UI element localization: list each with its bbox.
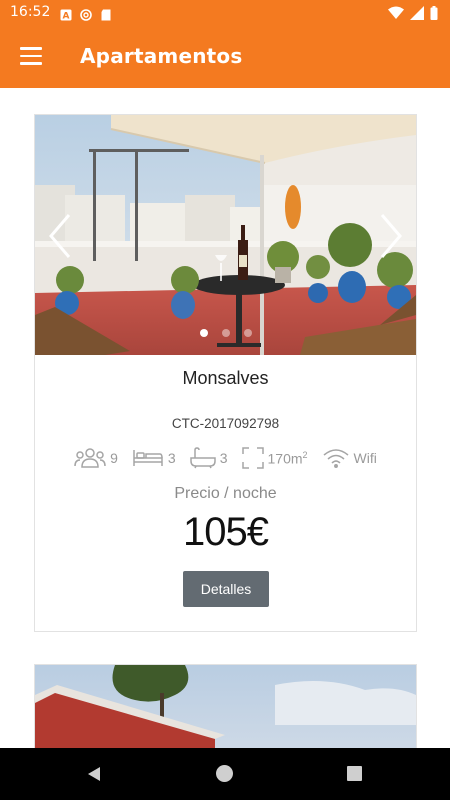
carousel-dot[interactable] [243,329,252,337]
previous-photo-button[interactable] [45,211,75,261]
sd-card-icon [100,6,112,21]
feature-guests: 9 [74,447,118,469]
price-value: 105€ [183,510,269,554]
apartment-photo-carousel[interactable] [35,665,416,748]
bathtub-icon [189,447,216,469]
area-unit-exponent: 2 [302,449,308,460]
a-square-icon: A [60,6,72,22]
guests-icon [74,448,106,468]
signal-icon [410,5,424,24]
apartment-name: Monsalves [182,368,269,388]
listing-feed[interactable]: Monsalves CTC-2017092798 9 3 3 170m2 Wif… [0,88,450,748]
at-circle-icon [80,6,92,21]
apartment-features: 9 3 3 170m2 Wifi [35,447,416,469]
bed-icon [133,450,163,466]
recents-icon[interactable] [347,766,362,781]
wifi-icon [323,449,349,468]
home-icon[interactable] [216,765,233,782]
apartment-card [34,664,417,748]
terrace-photo [35,115,416,355]
apartment-card: Monsalves CTC-2017092798 9 3 3 170m2 Wif… [34,114,417,632]
carousel-dot[interactable] [221,329,230,337]
area-icon [241,447,264,469]
guests-count: 9 [110,450,118,466]
page-title: Apartamentos [80,44,243,68]
status-time: 16:52 [10,4,51,20]
app-bar: Apartamentos [0,26,450,88]
system-navigation-bar [0,748,450,800]
feature-bathrooms: 3 [189,447,228,469]
wifi-icon [388,5,404,24]
carousel-dot[interactable] [199,329,208,337]
price-label: Precio / noche [174,485,277,502]
status-system-icons [388,5,438,24]
apartment-photo-carousel[interactable] [35,115,416,355]
feature-wifi: Wifi [322,447,377,469]
next-photo-button[interactable] [376,211,406,261]
svg-text:A: A [63,12,70,22]
apartment-license-code: CTC-2017092798 [171,416,280,431]
chevron-right-icon [380,214,402,258]
status-notification-icons: A [60,6,112,22]
status-bar: 16:52 A [0,0,450,26]
area-number: 170m [267,450,303,467]
wifi-label: Wifi [353,450,377,466]
area-value: 170m2 [268,450,308,467]
back-icon[interactable] [86,766,102,782]
feature-bedrooms: 3 [132,447,176,469]
bedrooms-count: 3 [167,450,176,466]
feature-area: 170m2 [241,447,308,469]
battery-icon [430,5,438,24]
house-photo [35,665,416,748]
details-button[interactable]: Detalles [183,571,269,607]
menu-icon[interactable] [20,47,42,65]
chevron-left-icon [49,214,71,258]
carousel-indicators [35,329,416,337]
bathrooms-count: 3 [219,450,228,466]
